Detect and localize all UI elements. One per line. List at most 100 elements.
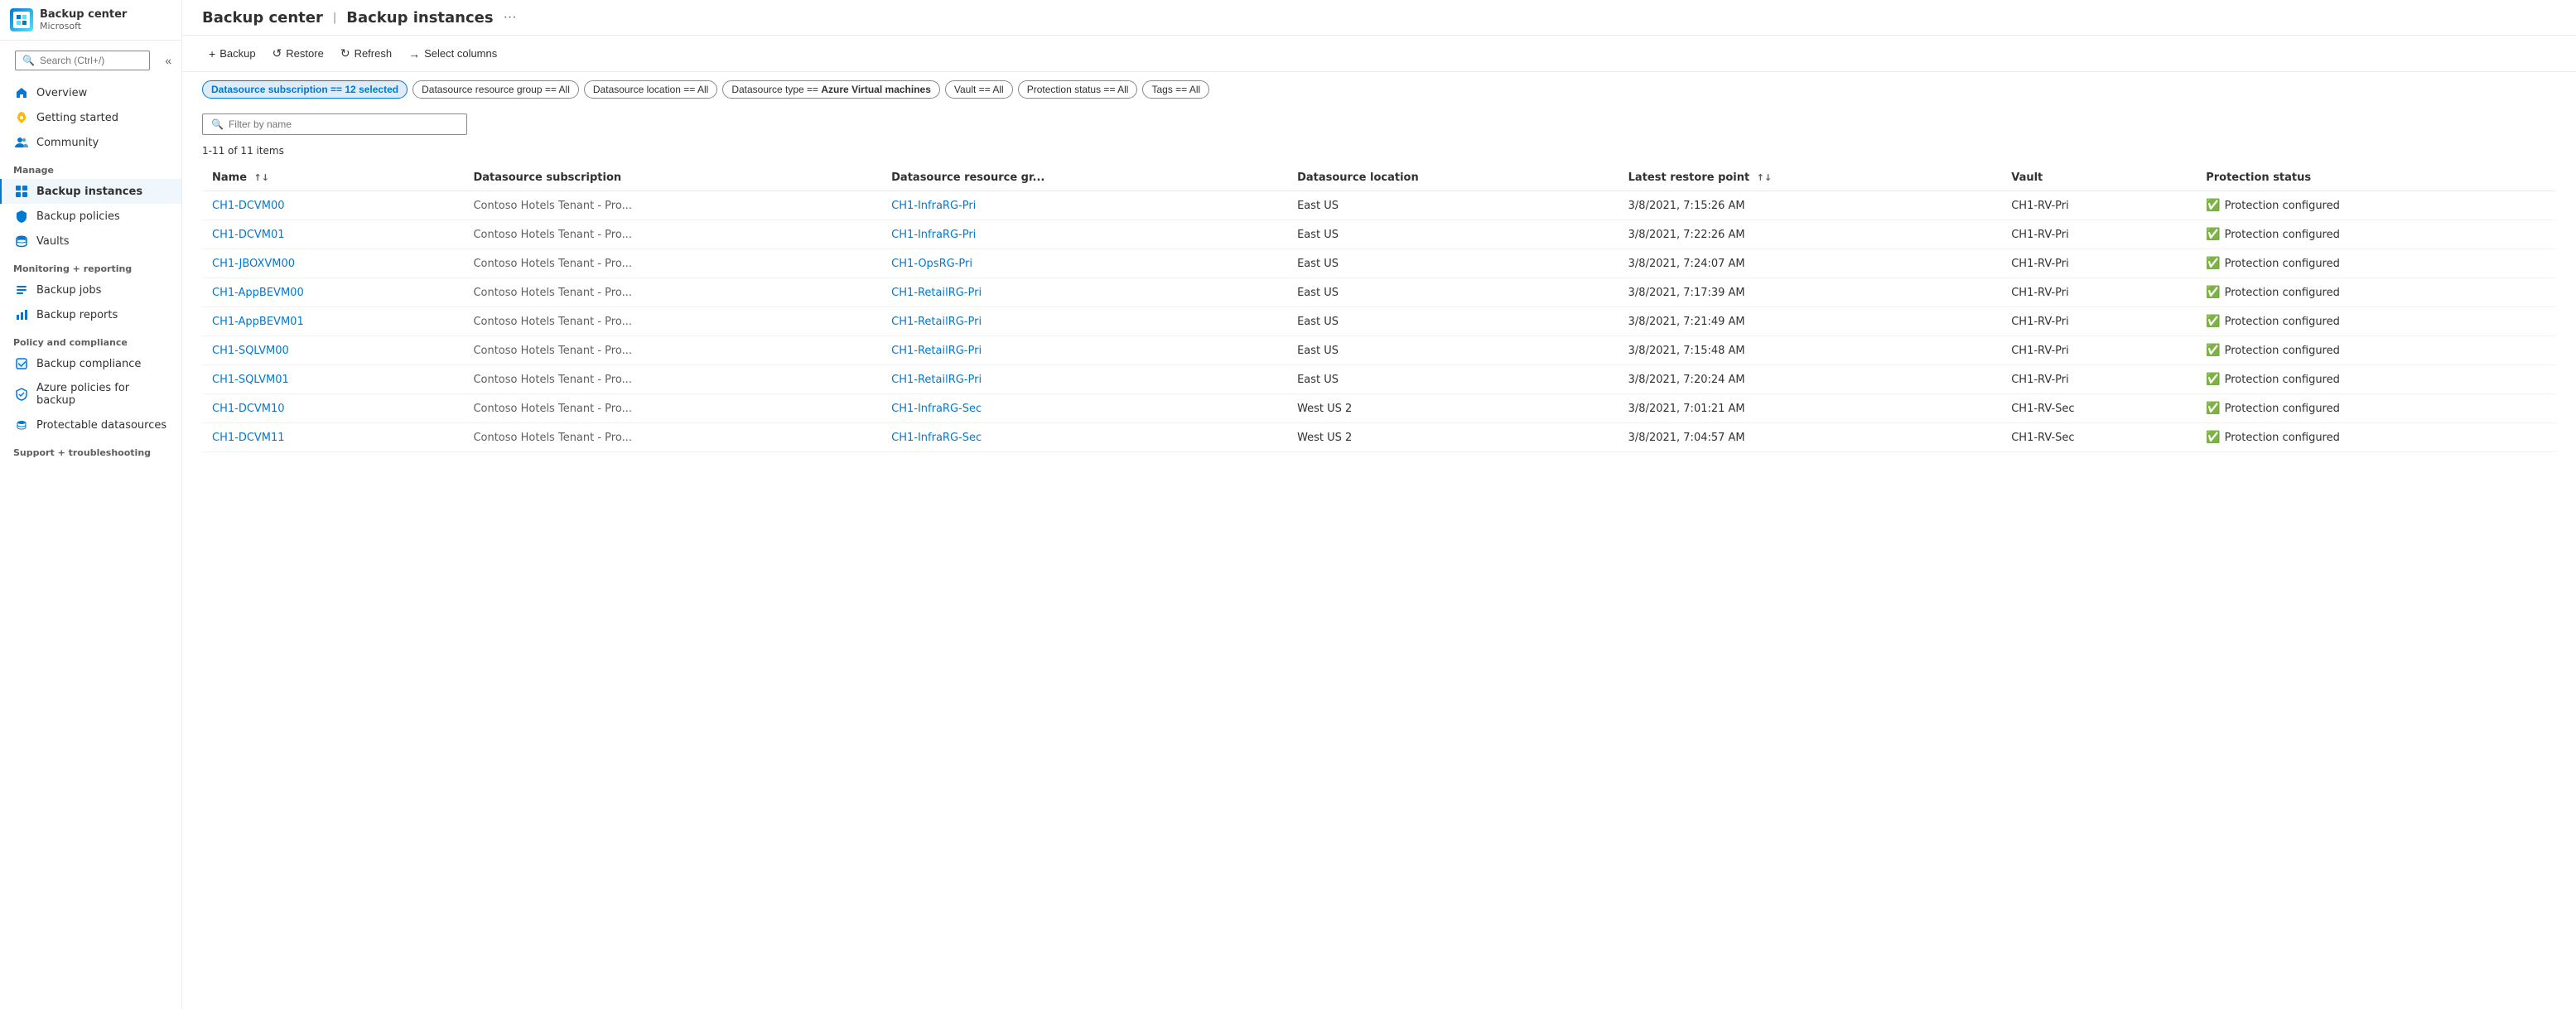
nav-label-protectable-datasources: Protectable datasources	[36, 419, 166, 432]
nav-item-backup-compliance[interactable]: Backup compliance	[0, 351, 181, 376]
col-name[interactable]: Name ↑↓	[202, 165, 463, 191]
cell-rg-8[interactable]: CH1-InfraRG-Sec	[881, 423, 1287, 452]
data-icon	[15, 418, 28, 432]
nav-item-vaults[interactable]: Vaults	[0, 229, 181, 253]
app-icon	[10, 8, 33, 31]
search-icon: 🔍	[22, 55, 35, 66]
protection-status-text: Protection configured	[2225, 374, 2340, 386]
cell-rg-2[interactable]: CH1-OpsRG-Pri	[881, 249, 1287, 278]
cell-rg-4[interactable]: CH1-RetailRG-Pri	[881, 307, 1287, 336]
cell-loc-3: East US	[1287, 278, 1618, 307]
filter-datasource-type[interactable]: Datasource type == Azure Virtual machine…	[722, 80, 940, 99]
table-row[interactable]: CH1-DCVM01 Contoso Hotels Tenant - Pro..…	[202, 220, 2556, 249]
nav-item-backup-instances[interactable]: Backup instances	[0, 179, 181, 204]
cell-loc-2: East US	[1287, 249, 1618, 278]
cell-rg-1[interactable]: CH1-InfraRG-Pri	[881, 220, 1287, 249]
cell-rg-3[interactable]: CH1-RetailRG-Pri	[881, 278, 1287, 307]
grid-icon	[15, 185, 28, 198]
filter-vault[interactable]: Vault == All	[945, 80, 1013, 99]
nav-item-backup-reports[interactable]: Backup reports	[0, 302, 181, 327]
select-columns-button[interactable]: → Select columns	[402, 43, 504, 65]
nav-label-backup-compliance: Backup compliance	[36, 358, 141, 370]
cell-sub-7: Contoso Hotels Tenant - Pro...	[463, 394, 881, 423]
nav-item-azure-policies[interactable]: Azure policies for backup	[0, 376, 181, 413]
cell-vault-3: CH1-RV-Pri	[2001, 278, 2196, 307]
breadcrumb-backup-center: Backup center	[202, 9, 323, 27]
filter-datasource-rg[interactable]: Datasource resource group == All	[412, 80, 579, 99]
refresh-button-label: Refresh	[355, 47, 393, 60]
cell-name-5[interactable]: CH1-SQLVM00	[202, 336, 463, 365]
nav-item-community[interactable]: Community	[0, 130, 181, 155]
section-monitoring: Monitoring + reporting	[0, 253, 181, 278]
people-icon	[15, 136, 28, 149]
table-row[interactable]: CH1-AppBEVM00 Contoso Hotels Tenant - Pr…	[202, 278, 2556, 307]
table-row[interactable]: CH1-DCVM10 Contoso Hotels Tenant - Pro..…	[202, 394, 2556, 423]
cell-restore-4: 3/8/2021, 7:21:49 AM	[1618, 307, 2002, 336]
col-vault: Vault	[2001, 165, 2196, 191]
cell-sub-1: Contoso Hotels Tenant - Pro...	[463, 220, 881, 249]
table-row[interactable]: CH1-SQLVM00 Contoso Hotels Tenant - Pro.…	[202, 336, 2556, 365]
filter-tags[interactable]: Tags == All	[1142, 80, 1209, 99]
cell-loc-8: West US 2	[1287, 423, 1618, 452]
cell-name-2[interactable]: CH1-JBOXVM00	[202, 249, 463, 278]
cell-loc-1: East US	[1287, 220, 1618, 249]
filter-vault-label: Vault == All	[954, 84, 1004, 95]
protection-configured-icon: ✅	[2206, 286, 2220, 299]
cell-name-4[interactable]: CH1-AppBEVM01	[202, 307, 463, 336]
col-latest-restore[interactable]: Latest restore point ↑↓	[1618, 165, 2002, 191]
filter-datasource-location[interactable]: Datasource location == All	[584, 80, 717, 99]
cell-loc-7: West US 2	[1287, 394, 1618, 423]
protection-configured-icon: ✅	[2206, 228, 2220, 241]
cell-sub-4: Contoso Hotels Tenant - Pro...	[463, 307, 881, 336]
cell-rg-5[interactable]: CH1-RetailRG-Pri	[881, 336, 1287, 365]
cell-sub-5: Contoso Hotels Tenant - Pro...	[463, 336, 881, 365]
cell-rg-0[interactable]: CH1-InfraRG-Pri	[881, 191, 1287, 220]
cell-rg-6[interactable]: CH1-RetailRG-Pri	[881, 365, 1287, 394]
backup-button[interactable]: + Backup	[202, 43, 263, 65]
filter-name-input[interactable]	[229, 118, 458, 130]
cell-rg-7[interactable]: CH1-InfraRG-Sec	[881, 394, 1287, 423]
nav-label-community: Community	[36, 137, 99, 149]
cell-name-8[interactable]: CH1-DCVM11	[202, 423, 463, 452]
nav-item-overview[interactable]: Overview	[0, 80, 181, 105]
more-options-button[interactable]: ···	[500, 8, 520, 27]
cell-loc-6: East US	[1287, 365, 1618, 394]
protection-status-text: Protection configured	[2225, 287, 2340, 299]
protection-configured-icon: ✅	[2206, 199, 2220, 212]
filter-input-box[interactable]: 🔍	[202, 113, 467, 135]
table-row[interactable]: CH1-SQLVM01 Contoso Hotels Tenant - Pro.…	[202, 365, 2556, 394]
nav-item-backup-policies[interactable]: Backup policies	[0, 204, 181, 229]
protection-configured-icon: ✅	[2206, 431, 2220, 444]
cell-status-1: ✅ Protection configured	[2196, 220, 2556, 249]
cell-status-4: ✅ Protection configured	[2196, 307, 2556, 336]
filter-protection-status-label: Protection status == All	[1027, 84, 1129, 95]
cell-name-7[interactable]: CH1-DCVM10	[202, 394, 463, 423]
table-row[interactable]: CH1-JBOXVM00 Contoso Hotels Tenant - Pro…	[202, 249, 2556, 278]
cell-name-3[interactable]: CH1-AppBEVM00	[202, 278, 463, 307]
filter-datasource-location-label: Datasource location == All	[593, 84, 708, 95]
table-row[interactable]: CH1-AppBEVM01 Contoso Hotels Tenant - Pr…	[202, 307, 2556, 336]
filter-protection-status[interactable]: Protection status == All	[1018, 80, 1138, 99]
nav-item-protectable-datasources[interactable]: Protectable datasources	[0, 413, 181, 437]
cell-vault-1: CH1-RV-Pri	[2001, 220, 2196, 249]
filter-datasource-sub[interactable]: Datasource subscription == 12 selected	[202, 80, 408, 99]
nav-label-backup-reports: Backup reports	[36, 309, 118, 321]
sidebar-header: Backup center Microsoft	[0, 0, 181, 41]
search-input[interactable]	[40, 55, 142, 66]
nav-item-backup-jobs[interactable]: Backup jobs	[0, 278, 181, 302]
cell-name-1[interactable]: CH1-DCVM01	[202, 220, 463, 249]
table-row[interactable]: CH1-DCVM00 Contoso Hotels Tenant - Pro..…	[202, 191, 2556, 220]
refresh-button[interactable]: ↻ Refresh	[334, 42, 398, 65]
col-datasource-rg: Datasource resource gr...	[881, 165, 1287, 191]
sidebar-collapse-button[interactable]: «	[162, 52, 175, 69]
table-row[interactable]: CH1-DCVM11 Contoso Hotels Tenant - Pro..…	[202, 423, 2556, 452]
cell-vault-4: CH1-RV-Pri	[2001, 307, 2196, 336]
restore-button[interactable]: ↺ Restore	[266, 42, 330, 65]
nav-item-getting-started[interactable]: Getting started	[0, 105, 181, 130]
cell-name-0[interactable]: CH1-DCVM00	[202, 191, 463, 220]
cell-vault-5: CH1-RV-Pri	[2001, 336, 2196, 365]
search-box[interactable]: 🔍	[15, 51, 150, 70]
cell-name-6[interactable]: CH1-SQLVM01	[202, 365, 463, 394]
filter-datasource-rg-label: Datasource resource group == All	[422, 84, 570, 95]
section-manage: Manage	[0, 155, 181, 179]
